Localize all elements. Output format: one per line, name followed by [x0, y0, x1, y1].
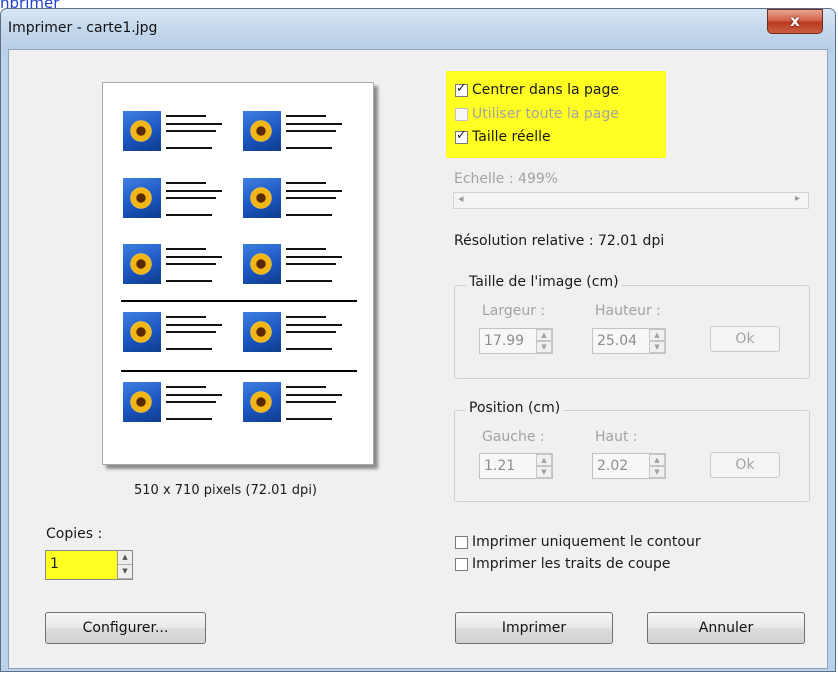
spin-up-icon: ▲	[649, 454, 665, 466]
scale-slider[interactable]	[453, 192, 809, 209]
scale-label: Echelle : 499%	[454, 171, 559, 187]
preview-card	[123, 103, 247, 159]
close-button[interactable]: x	[767, 9, 823, 34]
configure-button[interactable]: Configurer...	[45, 612, 206, 644]
spin-up-icon[interactable]: ▲	[118, 551, 132, 565]
sunflower-image	[123, 111, 161, 151]
left-position-value: 1.21	[484, 458, 516, 474]
preview-card	[243, 103, 367, 159]
preview-card	[123, 236, 247, 292]
height-field: 25.04 ▲ ▼	[592, 328, 666, 354]
copies-label: Copies :	[46, 526, 103, 542]
height-spinner: ▲ ▼	[649, 329, 665, 353]
window-title: Imprimer - carte1.jpg	[8, 20, 158, 36]
cut-line	[121, 370, 357, 372]
top-position-value: 2.02	[597, 458, 629, 474]
height-value: 25.04	[597, 333, 638, 349]
position-ok-button: Ok	[710, 452, 780, 478]
image-size-group-title: Taille de l'image (cm)	[466, 274, 622, 290]
spin-down-icon: ▼	[649, 341, 665, 353]
cut-lines-option[interactable]: Imprimer les traits de coupe	[455, 556, 671, 572]
top-position-field: 2.02 ▲ ▼	[592, 453, 666, 479]
use-full-page-label: Utiliser toute la page	[472, 106, 619, 122]
preview-card	[243, 304, 367, 360]
outline-only-label: Imprimer uniquement le contour	[472, 534, 701, 550]
preview-card	[123, 170, 247, 226]
position-group-title: Position (cm)	[466, 400, 564, 416]
width-label: Largeur :	[482, 303, 546, 319]
sunflower-image	[243, 111, 281, 151]
spin-down-icon: ▼	[536, 341, 552, 353]
sunflower-image	[123, 312, 161, 352]
sunflower-image	[243, 312, 281, 352]
spin-up-icon: ▲	[649, 329, 665, 341]
preview-card	[243, 170, 367, 226]
actual-size-option[interactable]: Taille réelle	[455, 128, 551, 145]
preview-card	[123, 374, 247, 430]
spin-up-icon: ▲	[536, 329, 552, 341]
cut-line	[121, 300, 357, 302]
left-position-label: Gauche :	[482, 429, 545, 445]
copies-field[interactable]: 1 ▲ ▼	[45, 550, 133, 580]
spin-down-icon: ▼	[649, 466, 665, 478]
sunflower-image	[123, 244, 161, 284]
preview-card	[123, 304, 247, 360]
sunflower-image	[123, 382, 161, 422]
center-in-page-label: Centrer dans la page	[472, 82, 619, 98]
print-preview-page	[102, 82, 374, 465]
height-label: Hauteur :	[595, 303, 661, 319]
spin-up-icon: ▲	[536, 454, 552, 466]
relative-resolution-label: Résolution relative : 72.01 dpi	[454, 233, 665, 249]
actual-size-label: Taille réelle	[472, 129, 551, 145]
top-position-label: Haut :	[595, 429, 638, 445]
use-full-page-option: Utiliser toute la page	[455, 106, 619, 122]
width-spinner: ▲ ▼	[536, 329, 552, 353]
left-position-field: 1.21 ▲ ▼	[479, 453, 553, 479]
print-button[interactable]: Imprimer	[455, 612, 613, 644]
preview-card	[243, 236, 367, 292]
center-in-page-option[interactable]: Centrer dans la page	[455, 81, 619, 98]
sunflower-image	[123, 178, 161, 218]
image-size-ok-button: Ok	[710, 326, 780, 352]
copies-value: 1	[50, 556, 59, 572]
use-full-page-checkbox	[455, 107, 468, 121]
sunflower-image	[243, 244, 281, 284]
cut-lines-checkbox[interactable]	[455, 557, 468, 571]
top-position-spinner: ▲ ▼	[649, 454, 665, 478]
width-field: 17.99 ▲ ▼	[479, 328, 553, 354]
spin-down-icon[interactable]: ▼	[118, 565, 132, 579]
outline-only-checkbox[interactable]	[455, 535, 468, 549]
sunflower-image	[243, 382, 281, 422]
scroll-right-icon[interactable]: ▸	[795, 193, 800, 204]
copies-spinner[interactable]: ▲ ▼	[117, 551, 132, 579]
preview-dimensions-caption: 510 x 710 pixels (72.01 dpi)	[134, 483, 317, 498]
width-value: 17.99	[484, 333, 525, 349]
cut-lines-label: Imprimer les traits de coupe	[472, 556, 671, 572]
left-position-spinner: ▲ ▼	[536, 454, 552, 478]
sunflower-image	[243, 178, 281, 218]
scroll-left-icon[interactable]: ◂	[458, 192, 464, 205]
actual-size-checkbox[interactable]	[455, 128, 468, 144]
spin-down-icon: ▼	[536, 466, 552, 478]
center-in-page-checkbox[interactable]	[455, 81, 468, 97]
preview-card	[243, 374, 367, 430]
close-icon: x	[790, 12, 800, 30]
cancel-button[interactable]: Annuler	[647, 612, 805, 644]
outline-only-option[interactable]: Imprimer uniquement le contour	[455, 534, 701, 550]
